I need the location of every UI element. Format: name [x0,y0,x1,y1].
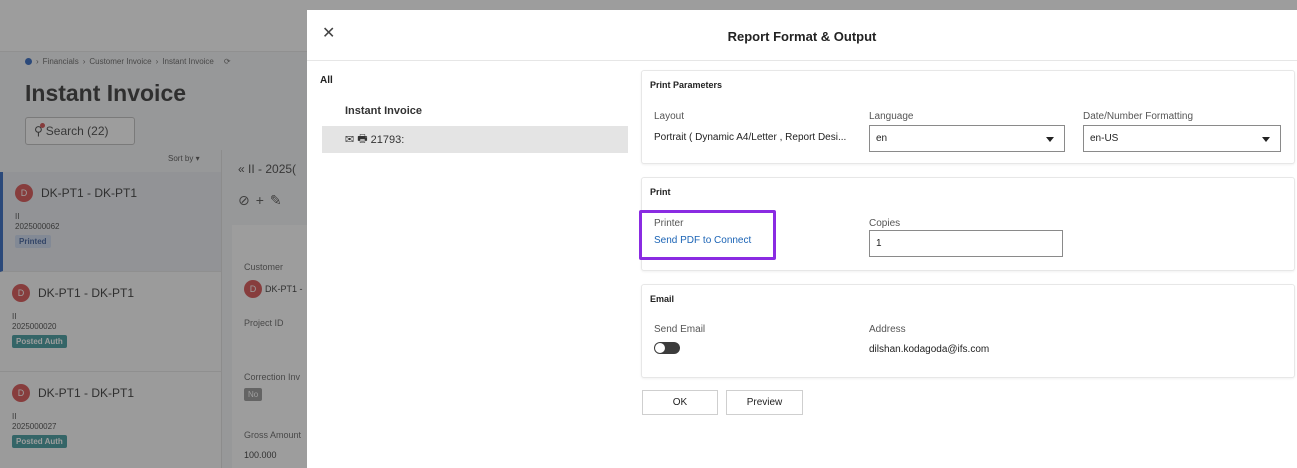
section-title: Print Parameters [650,80,723,90]
copies-input[interactable]: 1 [869,230,1063,257]
email-section: Email Send Email Address dilshan.kodagod… [641,284,1295,378]
preview-button[interactable]: Preview [726,390,803,415]
divider [307,60,1297,61]
email-icon: ✉ [345,134,355,146]
caret-down-icon [1262,137,1270,142]
dialog-title: Report Format & Output [727,29,877,44]
ok-button[interactable]: OK [642,390,718,415]
language-label: Language [869,111,914,122]
section-title: Email [650,294,675,304]
tree-item-label: 21793: [370,133,405,146]
print-section: Print Printer Send PDF to Connect Copies… [639,177,1295,271]
tree-item-selected[interactable]: ✉ 🖶 21793: [322,126,628,153]
layout-value[interactable]: Portrait ( Dynamic A4/Letter , Report De… [654,132,846,143]
caret-down-icon [1046,137,1054,142]
tree-report-node[interactable]: Instant Invoice [345,105,422,117]
formatting-select[interactable]: en-US [1083,125,1281,152]
tree-all[interactable]: All [320,75,333,86]
layout-label: Layout [654,111,685,122]
send-email-label: Send Email [654,324,706,335]
address-value: dilshan.kodagoda@ifs.com [869,344,990,355]
highlight-box [639,210,776,260]
language-value: en [876,133,888,144]
toggle-knob [655,343,665,353]
language-select[interactable]: en [869,125,1065,152]
printer-icon: 🖶 [357,133,368,145]
address-label: Address [869,324,906,335]
formatting-label: Date/Number Formatting [1083,111,1194,122]
section-title: Print [650,187,671,197]
copies-label: Copies [869,218,901,229]
report-format-dialog: ✕ Report Format & Output All Instant Inv… [307,10,1297,468]
formatting-value: en-US [1090,133,1119,144]
send-email-toggle[interactable] [654,342,680,354]
print-parameters-section: Print Parameters Layout Portrait ( Dynam… [641,70,1295,164]
